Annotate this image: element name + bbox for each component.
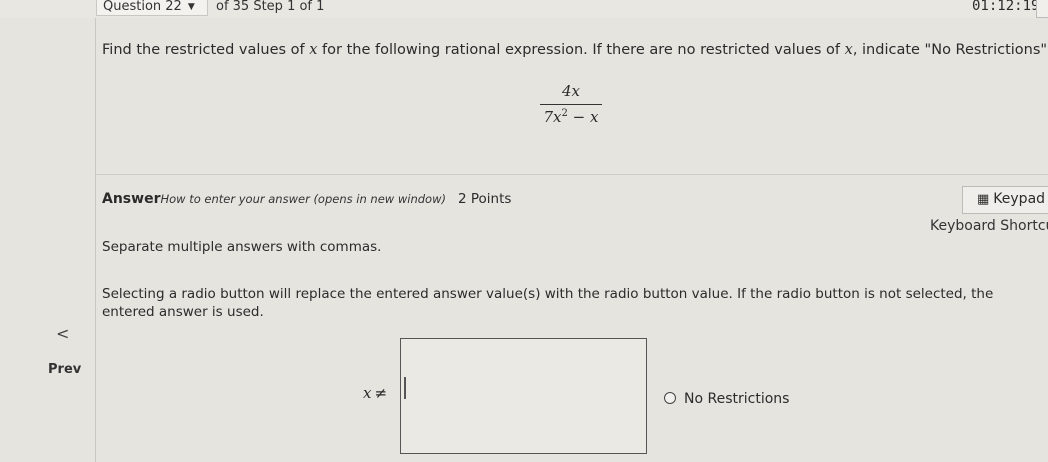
no-restrictions-label: No Restrictions bbox=[684, 391, 790, 407]
radio-circle-icon[interactable] bbox=[664, 392, 676, 404]
prev-button[interactable]: Prev bbox=[48, 362, 81, 377]
fraction-denominator: 7x2 − x bbox=[543, 108, 599, 126]
no-restrictions-radio[interactable]: No Restrictions bbox=[664, 391, 789, 407]
answer-input[interactable] bbox=[404, 377, 604, 399]
step-indicator: of 35 Step 1 of 1 bbox=[216, 0, 325, 14]
keyboard-shortcuts-link[interactable]: Keyboard Shortcu bbox=[930, 218, 1048, 234]
section-divider bbox=[95, 174, 1048, 175]
x-not-equal-label: x ≠ bbox=[363, 384, 388, 402]
answer-header: AnswerHow to enter your answer (opens in… bbox=[102, 191, 511, 207]
timer: 01:12:19 bbox=[972, 0, 1040, 14]
answer-label: Answer bbox=[102, 191, 161, 207]
question-text: Find the restricted values of x for the … bbox=[102, 42, 1048, 58]
keypad-button[interactable]: ▦ Keypad bbox=[962, 186, 1048, 214]
question-selector-label: Question 22 bbox=[103, 0, 182, 14]
points-label: 2 Points bbox=[457, 191, 512, 207]
keypad-label: Keypad bbox=[993, 191, 1046, 207]
answer-help-link[interactable]: How to enter your answer (opens in new w… bbox=[160, 192, 446, 206]
question-selector[interactable]: Question 22 ▼ bbox=[96, 0, 208, 16]
instruction-radio: Selecting a radio button will replace th… bbox=[102, 286, 994, 320]
keypad-icon: ▦ bbox=[977, 192, 990, 207]
caret-down-icon: ▼ bbox=[187, 2, 195, 12]
timer-toggle[interactable] bbox=[1036, 0, 1048, 18]
left-rule bbox=[95, 18, 96, 462]
chevron-left-icon[interactable]: < bbox=[56, 324, 69, 343]
instruction-commas: Separate multiple answers with commas. bbox=[102, 239, 382, 255]
fraction-numerator: 4x bbox=[561, 82, 580, 100]
rational-expression: 4x 7x2 − x bbox=[540, 82, 602, 126]
